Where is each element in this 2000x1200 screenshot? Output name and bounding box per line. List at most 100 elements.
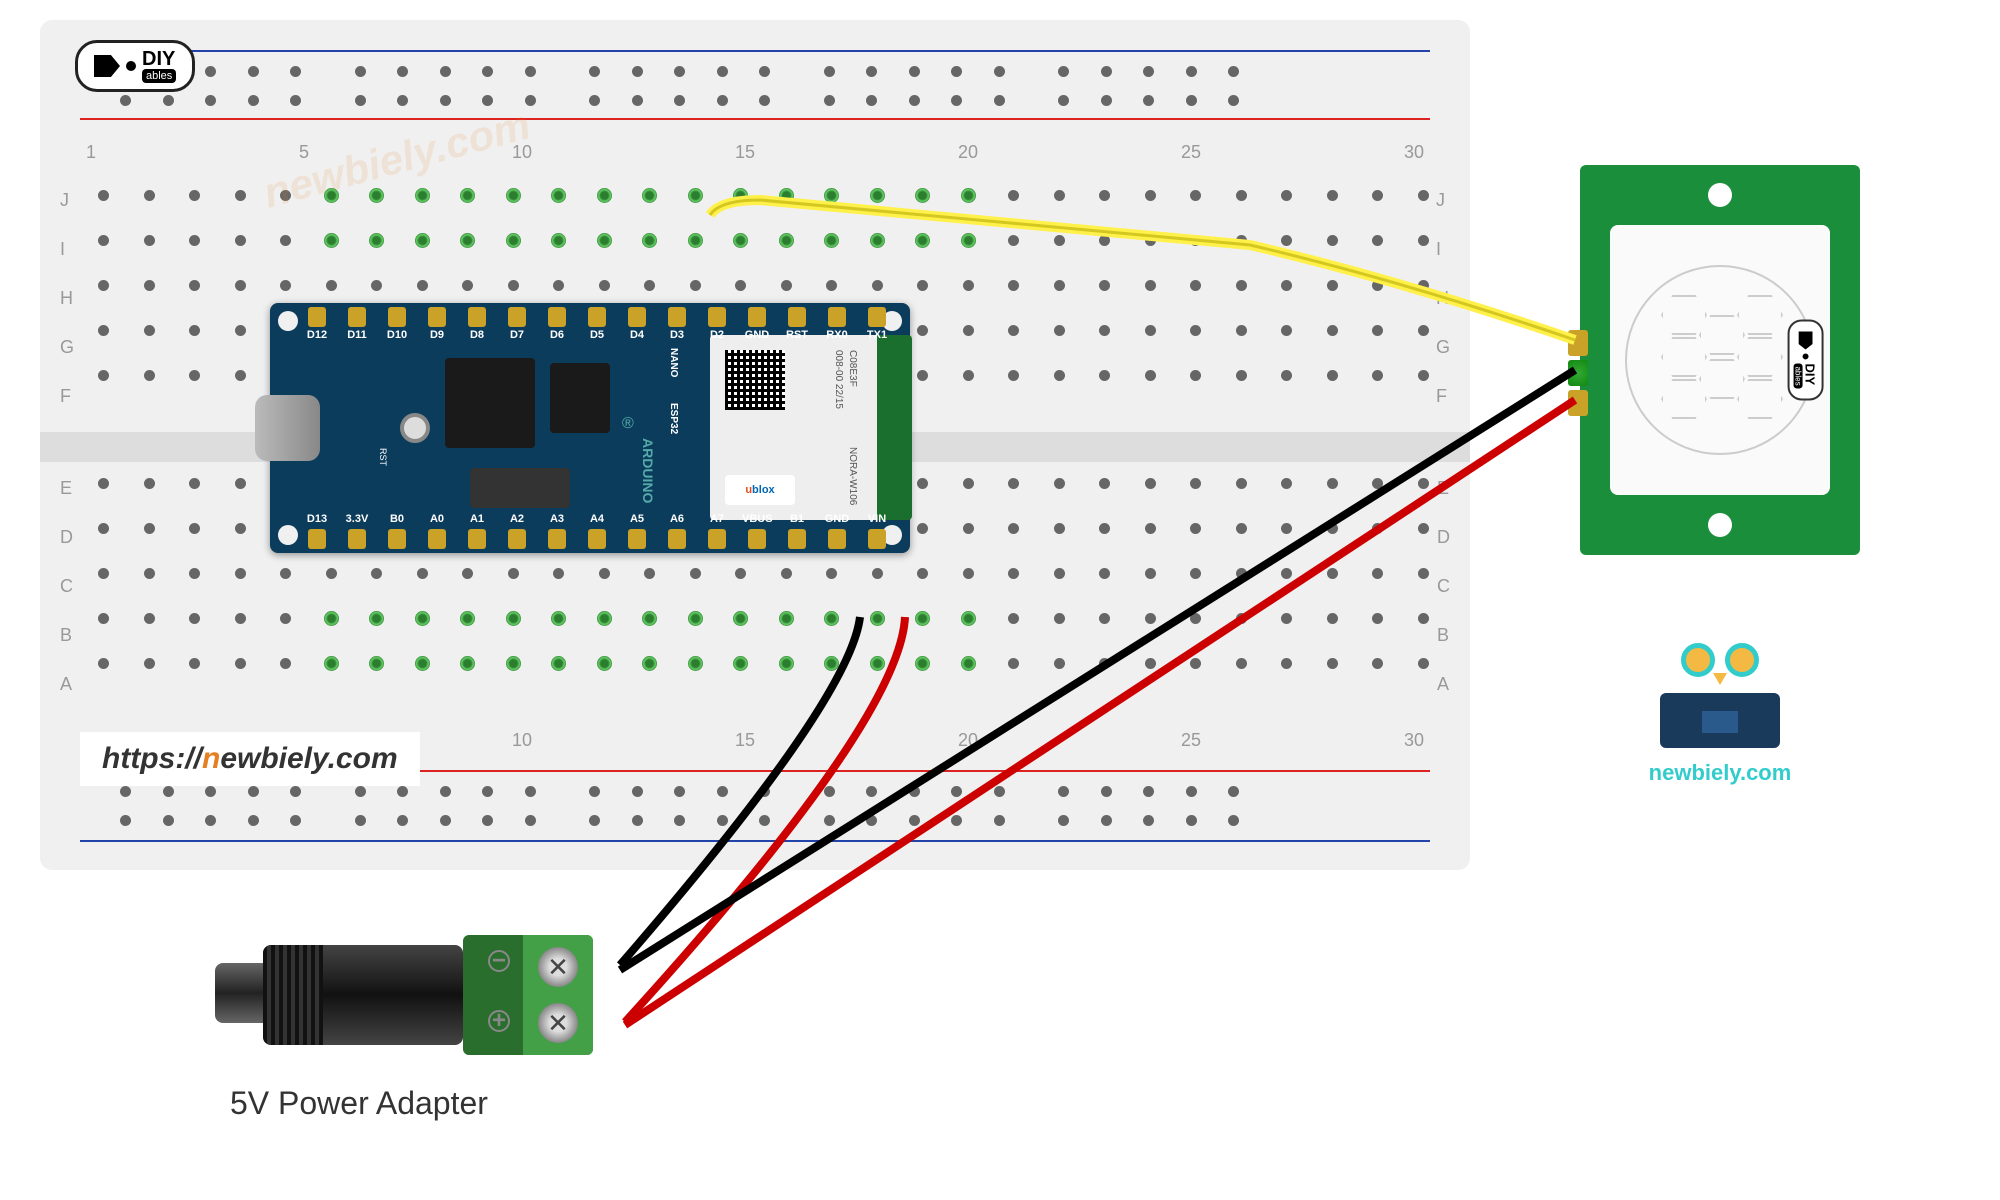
row-d: D: [60, 527, 73, 548]
barrel-tip-icon: [215, 963, 265, 1023]
wiring-diagram: 1 5 10 15 20 25 30 1 5 10 15 20 25 30 J …: [0, 0, 2000, 1200]
pin-label-a0: A0: [422, 513, 452, 525]
pin-label-b1: B1: [782, 513, 812, 525]
url-rest: ewbiely: [220, 742, 327, 775]
mount-hole: [1708, 513, 1732, 537]
pin-pad: [468, 307, 486, 327]
pin-pad: [628, 307, 646, 327]
pin-pad: [308, 307, 326, 327]
row-letters-right-top: J I H G F: [1436, 190, 1450, 407]
module-part2: 008-00 22/15: [833, 350, 844, 409]
pin-label-d3: D3: [662, 329, 692, 341]
pin-label-rx0: RX0: [822, 329, 852, 341]
barrel-grip-icon: [263, 945, 323, 1045]
pin-pad: [748, 307, 766, 327]
power-rail-top-holes: [120, 66, 1239, 124]
pin-label-d13: D13: [302, 513, 332, 525]
pin-pad: [868, 307, 886, 327]
lens-facet-icon: [1661, 295, 1707, 335]
power-rail-bot-holes: [120, 786, 1239, 844]
diyables-logo-breadboard: DIY ables: [75, 40, 195, 92]
col-20b: 20: [958, 730, 978, 751]
pin-label-b0: B0: [382, 513, 412, 525]
pir-pcb: DIY ables: [1610, 225, 1830, 495]
pin-label-a7: A7: [702, 513, 732, 525]
row-dr: D: [1437, 527, 1450, 548]
row-a: A: [60, 674, 73, 695]
pin-pad: [668, 529, 686, 549]
diyables-dot-icon: [1802, 353, 1808, 359]
nano-label: NANO: [668, 348, 679, 377]
power-adapter-label: 5V Power Adapter: [230, 1085, 488, 1122]
pir-fresnel-lens-icon: [1625, 265, 1815, 455]
pin-label-a6: A6: [662, 513, 692, 525]
row-hr: H: [1436, 288, 1450, 309]
chip-icon: [445, 358, 535, 448]
pin-label-a5: A5: [622, 513, 652, 525]
lens-facet-icon: [1699, 359, 1745, 399]
pin-pad: [548, 529, 566, 549]
pin-pad: [788, 529, 806, 549]
row-letters-right-bot: E D C B A: [1437, 478, 1450, 695]
reset-button[interactable]: [400, 413, 430, 443]
pin-pad: [348, 529, 366, 549]
row-letters-left-top: J I H G F: [60, 190, 74, 407]
pin-pad: [748, 529, 766, 549]
pin-label-d10: D10: [382, 329, 412, 341]
screw-terminal-neg[interactable]: ✕: [538, 947, 578, 987]
pir-pin-gnd: [1568, 360, 1588, 386]
pin-pad: [308, 529, 326, 549]
lens-facet-icon: [1737, 379, 1783, 419]
pin-pad: [508, 307, 526, 327]
chip-icon: [470, 468, 570, 508]
owl-eye-icon: [1725, 643, 1759, 677]
row-br: B: [1437, 625, 1450, 646]
screw-terminal-pos[interactable]: ✕: [538, 1003, 578, 1043]
arduino-nano-esp32: RST ublox C08E3F 008-00 22/15 NORA-W106 …: [270, 303, 910, 553]
row-e: E: [60, 478, 73, 499]
row-er: E: [1437, 478, 1450, 499]
diyables-subtext: ables: [142, 69, 176, 83]
ublox-u: u: [745, 484, 752, 496]
pir-pin-out: [1568, 330, 1588, 356]
row-j: J: [60, 190, 74, 211]
esp32-label: ESP32: [668, 403, 679, 434]
lens-facet-icon: [1661, 379, 1707, 419]
pin-label-vbus: VBUS: [742, 513, 772, 525]
row-c: C: [60, 576, 73, 597]
row-cr: C: [1437, 576, 1450, 597]
col-20: 20: [958, 142, 978, 163]
pin-label-tx1: TX1: [862, 329, 892, 341]
row-letters-left-bot: E D C B A: [60, 478, 73, 695]
registered-icon: ®: [622, 415, 634, 433]
pir-pin-vcc: [1568, 390, 1588, 416]
pin-label-a3: A3: [542, 513, 572, 525]
row-fr: F: [1436, 386, 1450, 407]
row-ir: I: [1436, 239, 1450, 260]
diyables-text: DIY: [1802, 363, 1817, 388]
pin-pad: [628, 529, 646, 549]
polarity-pos: +: [488, 1010, 510, 1032]
row-jr: J: [1436, 190, 1450, 211]
wifi-module: ublox C08E3F 008-00 22/15 NORA-W106: [710, 335, 900, 520]
lens-facet-icon: [1737, 295, 1783, 335]
pin-label-gnd: GND: [822, 513, 852, 525]
pin-label-d2: D2: [702, 329, 732, 341]
pin-label-d12: D12: [302, 329, 332, 341]
row-f: F: [60, 386, 74, 407]
col-15: 15: [735, 142, 755, 163]
module-part1: C08E3F: [847, 350, 858, 387]
ublox-blox: blox: [752, 484, 775, 496]
pin-pad: [428, 529, 446, 549]
pin-label-d11: D11: [342, 329, 372, 341]
pin-pad: [508, 529, 526, 549]
pin-label-a4: A4: [582, 513, 612, 525]
laptop-icon: [1660, 693, 1780, 748]
usb-c-port-icon: [255, 395, 320, 461]
diyables-subtext: ables: [1793, 363, 1802, 388]
pin-pad: [828, 307, 846, 327]
diyables-text: DIY: [142, 49, 176, 69]
pin-pad: [708, 529, 726, 549]
col-30: 30: [1404, 142, 1424, 163]
arduino-label: ARDUINO: [640, 438, 656, 503]
